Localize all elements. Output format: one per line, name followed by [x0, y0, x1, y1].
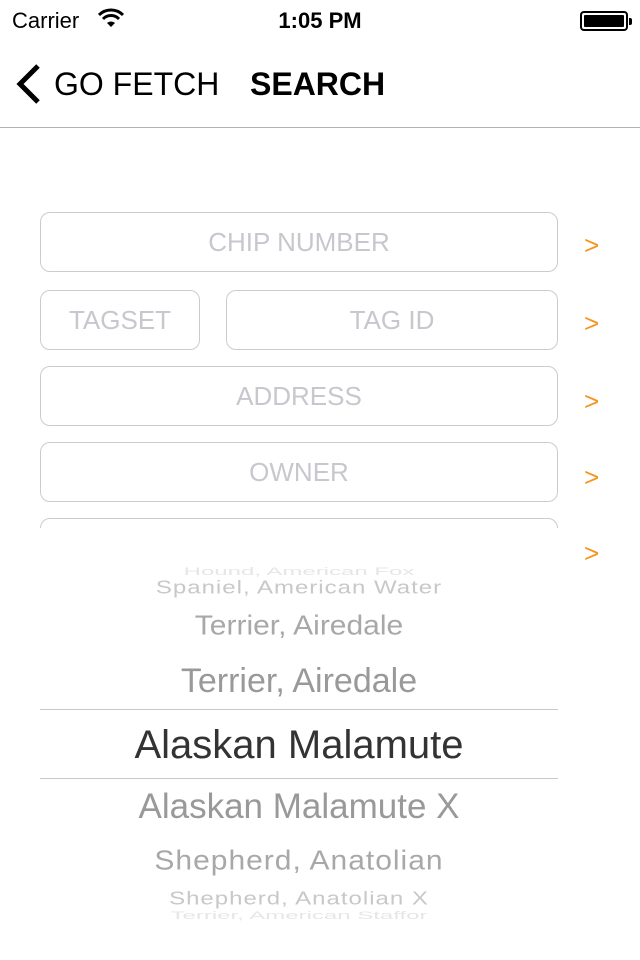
picker-item[interactable]: Terrier, American Staffor: [40, 910, 558, 923]
picker-item[interactable]: Shepherd, Anatolian: [40, 845, 558, 876]
tag-go-button[interactable]: >: [584, 308, 599, 339]
chevron-left-icon: [16, 64, 40, 104]
status-bar: Carrier 1:05 PM: [0, 0, 640, 40]
tagset-input[interactable]: TAGSET: [40, 290, 200, 350]
chip-number-input[interactable]: CHIP NUMBER: [40, 212, 558, 272]
picker-item[interactable]: Shepherd, Anatolian X: [40, 889, 558, 910]
picker-selection-top-divider: [40, 709, 558, 710]
address-input[interactable]: ADDRESS: [40, 366, 558, 426]
breed-picker[interactable]: Hound, American Fox Spaniel, American Wa…: [40, 528, 558, 928]
battery-icon: [580, 11, 632, 31]
navigation-bar: GO FETCH SEARCH: [0, 40, 640, 128]
status-time: 1:05 PM: [278, 8, 362, 33]
page-title: SEARCH: [250, 66, 386, 102]
breed-go-button[interactable]: >: [584, 538, 599, 569]
back-button[interactable]: GO FETCH: [14, 62, 219, 106]
chip-number-go-button[interactable]: >: [584, 230, 599, 261]
picker-item[interactable]: Terrier, Airedale: [40, 662, 558, 701]
picker-item[interactable]: Hound, American Fox: [40, 566, 558, 579]
picker-selection-bottom-divider: [40, 778, 558, 779]
back-label: GO FETCH: [54, 65, 220, 102]
picker-item[interactable]: Terrier, Airedale: [40, 610, 558, 641]
picker-item-selected[interactable]: Alaskan Malamute: [40, 723, 558, 768]
owner-input[interactable]: OWNER: [40, 442, 558, 502]
picker-item[interactable]: Spaniel, American Water: [40, 578, 558, 599]
address-go-button[interactable]: >: [584, 386, 599, 417]
picker-item[interactable]: Alaskan Malamute X: [40, 787, 558, 827]
owner-go-button[interactable]: >: [584, 462, 599, 493]
tag-id-input[interactable]: TAG ID: [226, 290, 558, 350]
